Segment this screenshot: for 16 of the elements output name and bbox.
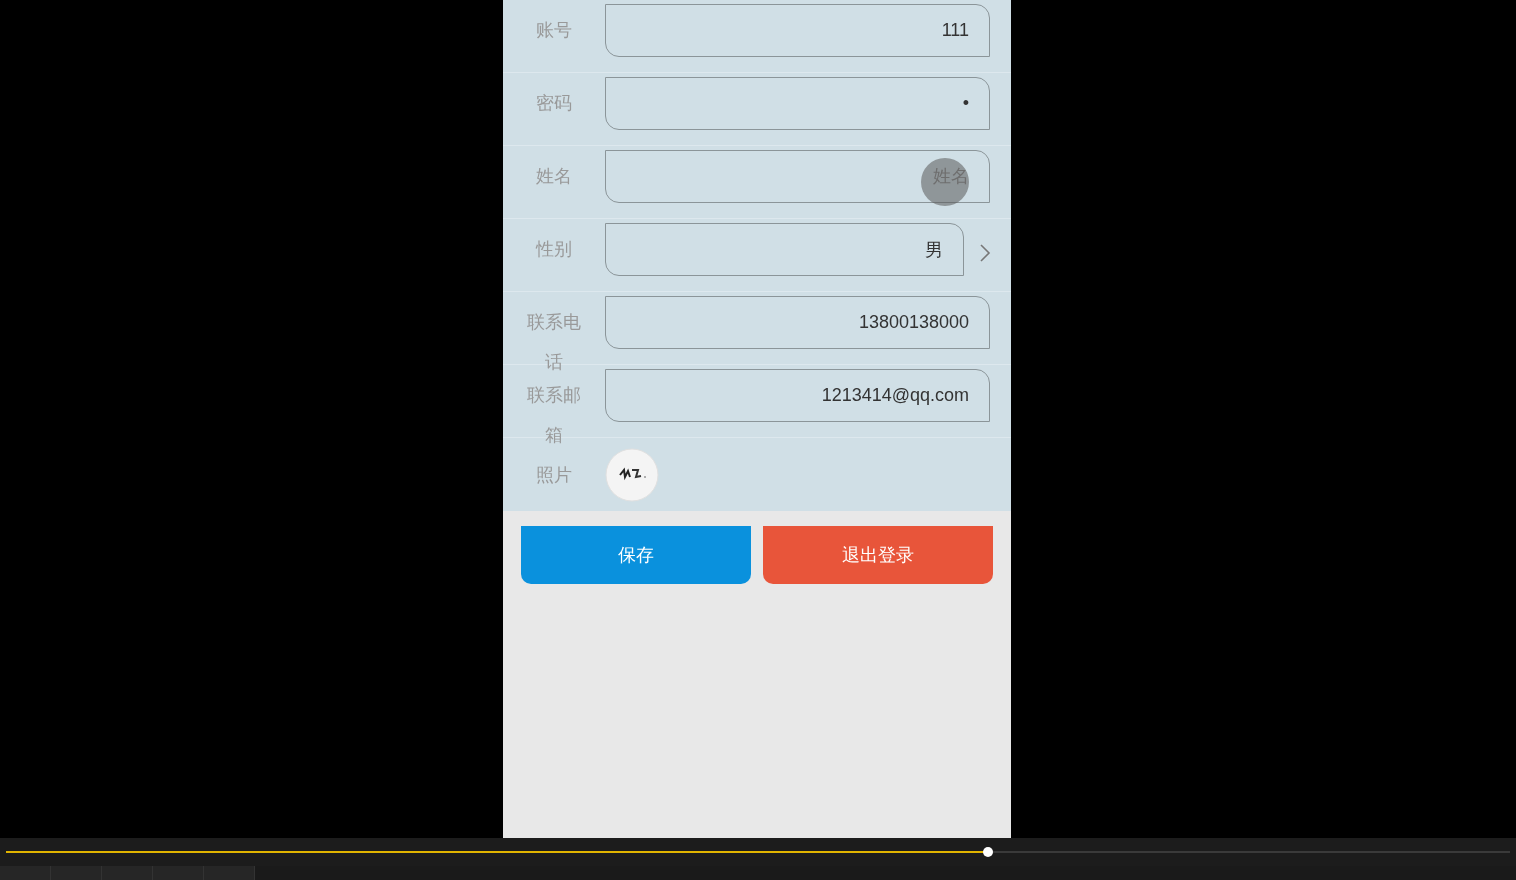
field-label: 姓名 bbox=[535, 164, 573, 188]
field-label: 密码 bbox=[535, 91, 573, 115]
input-field[interactable]: 13800138000 bbox=[605, 296, 990, 349]
progress-handle[interactable] bbox=[983, 847, 994, 857]
field-label: 账号 bbox=[535, 18, 573, 42]
input-field[interactable]: 1213414@qq.com bbox=[605, 369, 990, 422]
field-label: 照片 bbox=[535, 462, 573, 487]
field-label: 联系电话 bbox=[526, 310, 582, 374]
touch-indicator bbox=[921, 158, 969, 206]
field-label: 联系邮箱 bbox=[526, 383, 582, 447]
input-field[interactable]: 111 bbox=[605, 4, 990, 57]
field-label: 性别 bbox=[534, 237, 573, 261]
logout-button[interactable]: 退出登录 bbox=[763, 526, 993, 584]
gender-select[interactable]: 男 bbox=[605, 223, 964, 276]
chevron-right-icon[interactable] bbox=[979, 242, 991, 263]
input-field[interactable]: • bbox=[605, 77, 990, 130]
